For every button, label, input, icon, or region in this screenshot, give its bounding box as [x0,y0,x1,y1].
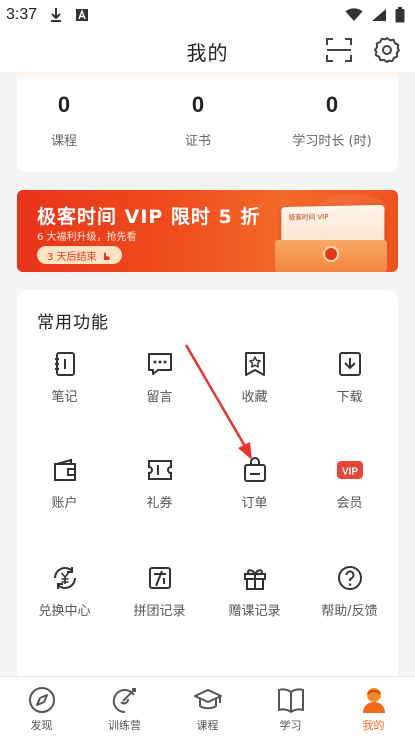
section-title: 常用功能 [37,313,109,333]
battery-icon [395,7,405,23]
func-label: 礼券 [146,496,173,511]
vip-badge-icon: VIP [336,461,363,479]
page-header: 我的 [0,30,415,72]
nav-label: 训练营 [108,719,141,732]
func-gift-records[interactable]: 赠课记录 [207,564,302,619]
func-notes[interactable]: 笔记 [17,350,112,405]
status-time: 3:37 [6,6,38,23]
training-icon [112,688,136,714]
settings-gear-icon[interactable] [373,36,401,64]
func-orders[interactable]: 订单 [207,456,302,511]
func-favorites[interactable]: 收藏 [207,350,302,405]
func-group-buy[interactable]: 拼团记录 [112,564,207,619]
func-label: 收藏 [241,390,268,405]
exchange-yuan-icon [53,567,76,589]
func-comments[interactable]: 留言 [112,350,207,405]
nav-label: 学习 [279,719,302,732]
func-help-feedback[interactable]: 帮助/反馈 [302,564,397,619]
profile-avatar-icon [362,688,385,713]
page-title: 我的 [186,42,229,65]
font-status-icon [76,9,89,21]
bottom-nav: 发现 训练营 课程 学习 我的 [0,676,415,739]
func-exchange-center[interactable]: 兑换中心 [17,564,112,619]
stat-label: 学习时长 (时) [292,134,372,149]
banner-subtitle: 6 大福利升级，抢先看 [37,232,137,243]
download-status-icon [51,8,62,22]
func-label: 下载 [336,390,363,405]
nav-discover[interactable]: 发现 [0,677,83,739]
wallet-icon [53,458,76,481]
bookmark-star-icon [244,352,265,376]
coupon-icon [147,460,172,480]
banner-title: 极客时间 VIP 限时 5 折 [37,206,261,228]
scan-icon[interactable] [325,36,353,64]
order-bag-icon [243,457,266,482]
func-label: 留言 [146,390,173,405]
func-label: 订单 [241,496,268,511]
nav-training-camp[interactable]: 训练营 [83,677,166,739]
graduation-cap-icon [193,689,222,710]
countdown-pill: 3 天后结束 [37,246,122,264]
nav-learning[interactable]: 学习 [249,677,332,739]
func-account[interactable]: 账户 [17,456,112,511]
stats-card: 0 课程 0 证书 0 学习时长 (时) [17,72,398,172]
comment-icon [147,353,172,375]
stat-label: 课程 [50,134,77,149]
nav-label: 发现 [30,719,53,732]
nav-me[interactable]: 我的 [332,677,415,739]
func-label: 帮助/反馈 [321,604,378,619]
func-label: 账户 [51,496,78,511]
group-buy-icon [148,567,171,589]
func-label: 拼团记录 [133,604,186,619]
func-coupons[interactable]: 礼券 [112,456,207,511]
help-icon [337,566,362,590]
func-label: 兑换中心 [38,604,91,619]
nav-label: 课程 [196,719,219,732]
envelope-seal [323,246,339,262]
nav-label: 我的 [362,719,385,732]
status-bar: 3:37 [0,0,415,30]
nav-courses[interactable]: 课程 [166,677,249,739]
stat-courses[interactable]: 0 课程 [4,92,124,149]
stat-study-hours[interactable]: 0 学习时长 (时) [272,92,392,149]
notebook-icon [54,352,75,376]
gift-icon [243,569,266,590]
common-functions-card: 常用功能 笔记 留言 收藏 下载 账户 礼券 订单 VIP 会员 兑换中心 拼团… [17,290,398,676]
stat-label: 证书 [184,134,211,149]
tap-hand-icon [103,252,110,260]
stat-value: 0 [191,92,205,117]
compass-icon [28,687,55,713]
stat-certificates[interactable]: 0 证书 [138,92,258,149]
func-downloads[interactable]: 下载 [302,350,397,405]
vip-promo-banner[interactable]: 极客时间 VIP 限时 5 折 6 大福利升级，抢先看 3 天后结束 极客时间 … [17,190,398,272]
func-label: 赠课记录 [228,604,281,619]
open-book-icon [277,688,304,713]
download-icon [338,352,361,376]
vip-card-text: 极客时间 VIP [288,213,329,222]
countdown-text: 3 天后结束 [47,251,97,263]
wifi-icon [345,8,363,21]
main-content[interactable]: 0 课程 0 证书 0 学习时长 (时) 极客时间 VIP 限时 5 折 6 大… [0,72,415,676]
func-membership[interactable]: VIP 会员 [302,456,397,511]
signal-icon [372,9,386,21]
stat-value: 0 [57,92,71,117]
vip-badge-text: VIP [341,467,357,478]
stat-value: 0 [325,92,339,117]
func-label: 笔记 [51,390,78,405]
func-label: 会员 [336,496,363,511]
